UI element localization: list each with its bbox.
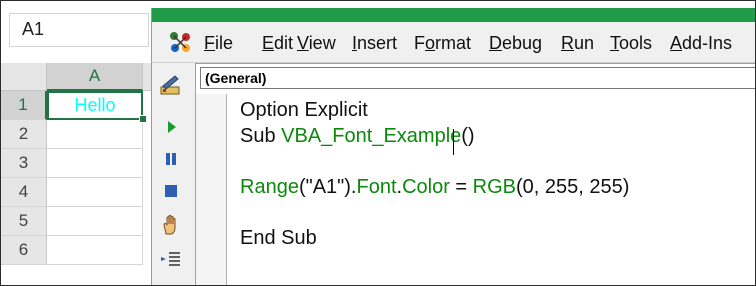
cell-a3[interactable]	[47, 149, 143, 178]
code-line-option-explicit[interactable]: Option Explicit	[240, 97, 368, 123]
row-header-2[interactable]: 2	[1, 120, 47, 149]
row-header-6[interactable]: 6	[1, 236, 47, 265]
code-editor[interactable]: Option Explicit Sub VBA_Font_Example() R…	[240, 94, 755, 285]
color-property: Color	[402, 176, 450, 198]
sub-parens: ()	[461, 125, 475, 147]
sub-keyword: Sub	[240, 125, 282, 147]
rgb-function: RGB	[472, 176, 517, 198]
vbe-title-bar	[152, 8, 755, 22]
font-property: Font	[356, 176, 397, 198]
cell-a5[interactable]	[47, 207, 143, 236]
menu-tools[interactable]: Tools	[610, 33, 652, 54]
row-header-3[interactable]: 3	[1, 149, 47, 178]
cell-a6[interactable]	[47, 236, 143, 265]
run-icon[interactable]	[159, 115, 183, 139]
reset-icon[interactable]	[159, 179, 183, 203]
cell-a2[interactable]	[47, 120, 143, 149]
menu-view[interactable]: View	[297, 33, 336, 54]
margin-indicator-bar[interactable]	[196, 94, 227, 285]
name-box[interactable]: A1	[9, 13, 149, 47]
menu-debug[interactable]: Debug	[489, 33, 542, 54]
column-header-a[interactable]: A	[47, 63, 143, 91]
equals-operator: =	[449, 176, 473, 198]
menu-insert[interactable]: Insert	[352, 33, 397, 54]
break-icon[interactable]	[159, 147, 183, 171]
hand-icon[interactable]	[159, 213, 183, 237]
code-line-sub[interactable]: Sub VBA_Font_Example()	[240, 123, 475, 149]
code-line-end-sub[interactable]: End Sub	[240, 225, 317, 251]
menu-format[interactable]: Format	[414, 33, 471, 54]
vbe-app-icon[interactable]	[166, 28, 194, 56]
cell-a4[interactable]	[47, 178, 143, 207]
menu-add-ins[interactable]: Add-Ins	[670, 33, 732, 54]
rgb-arguments: (0, 255, 255)	[516, 176, 630, 198]
menu-file[interactable]: File	[204, 33, 233, 54]
menu-bar: File Edit View Insert Format Debug Run Tools Add…	[152, 22, 755, 63]
code-line-font-color[interactable]: Range("A1").Font.Color = RGB(0, 255, 255…	[240, 174, 629, 200]
object-dropdown[interactable]: (General)	[200, 67, 755, 89]
menu-run[interactable]: Run	[561, 33, 594, 54]
range-argument: ("A1").	[298, 176, 357, 198]
range-object: Range	[240, 176, 299, 198]
row-header-4[interactable]: 4	[1, 178, 47, 207]
indent-icon[interactable]	[159, 247, 183, 271]
left-toolbar	[152, 63, 190, 285]
fill-handle[interactable]	[139, 115, 147, 123]
vba-editor-window: File Edit View Insert Format Debug Run Tools Add…	[151, 8, 755, 285]
row-header-5[interactable]: 5	[1, 207, 47, 236]
select-all-corner[interactable]	[1, 63, 47, 91]
cell-a1[interactable]: Hello	[47, 91, 143, 120]
screenshot-frame: A1 A 1 2 3 4 5 6 Hello File Edit View Inser…	[0, 0, 756, 286]
text-caret	[453, 129, 454, 155]
menu-edit[interactable]: Edit	[262, 33, 293, 54]
row-header-1[interactable]: 1	[1, 91, 47, 120]
design-mode-icon[interactable]	[159, 73, 183, 97]
sub-name: VBA_Font_Example	[281, 125, 462, 147]
code-window[interactable]: (General) Option Explicit Sub VBA_Font_E…	[195, 63, 755, 285]
